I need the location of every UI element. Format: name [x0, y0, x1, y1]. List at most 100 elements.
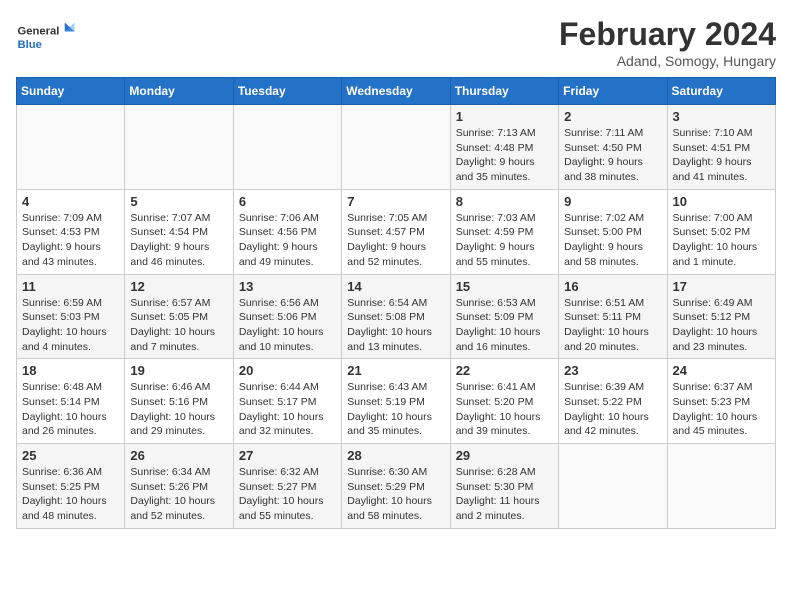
day-number: 18 [22, 363, 119, 378]
day-number: 14 [347, 279, 444, 294]
calendar-cell: 24 Sunrise: 6:37 AM Sunset: 5:23 PM Dayli… [667, 359, 775, 444]
day-info: Sunrise: 6:44 AM Sunset: 5:17 PM Dayligh… [239, 380, 336, 439]
day-number: 12 [130, 279, 227, 294]
day-number: 16 [564, 279, 661, 294]
calendar-cell: 23 Sunrise: 6:39 AM Sunset: 5:22 PM Dayli… [559, 359, 667, 444]
calendar-cell: 16 Sunrise: 6:51 AM Sunset: 5:11 PM Dayli… [559, 274, 667, 359]
svg-text:Blue: Blue [18, 39, 42, 51]
day-number: 10 [673, 194, 770, 209]
calendar-cell [342, 105, 450, 190]
day-info: Sunrise: 7:05 AM Sunset: 4:57 PM Dayligh… [347, 211, 444, 270]
day-info: Sunrise: 6:36 AM Sunset: 5:25 PM Dayligh… [22, 465, 119, 524]
day-info: Sunrise: 6:59 AM Sunset: 5:03 PM Dayligh… [22, 296, 119, 355]
day-info: Sunrise: 6:57 AM Sunset: 5:05 PM Dayligh… [130, 296, 227, 355]
day-number: 20 [239, 363, 336, 378]
calendar-cell: 6 Sunrise: 7:06 AM Sunset: 4:56 PM Daylig… [233, 189, 341, 274]
day-info: Sunrise: 6:28 AM Sunset: 5:30 PM Dayligh… [456, 465, 553, 524]
calendar-cell: 28 Sunrise: 6:30 AM Sunset: 5:29 PM Dayli… [342, 444, 450, 529]
day-number: 27 [239, 448, 336, 463]
day-info: Sunrise: 6:56 AM Sunset: 5:06 PM Dayligh… [239, 296, 336, 355]
week-row-2: 4Sunrise: 7:09 AM Sunset: 4:53 PM Daylig… [17, 189, 776, 274]
day-number: 7 [347, 194, 444, 209]
day-info: Sunrise: 7:03 AM Sunset: 4:59 PM Dayligh… [456, 211, 553, 270]
day-info: Sunrise: 6:41 AM Sunset: 5:20 PM Dayligh… [456, 380, 553, 439]
day-number: 19 [130, 363, 227, 378]
day-info: Sunrise: 6:34 AM Sunset: 5:26 PM Dayligh… [130, 465, 227, 524]
svg-text:General: General [18, 26, 60, 38]
day-number: 29 [456, 448, 553, 463]
header: General Blue February 2024 Adand, Somogy… [16, 16, 776, 69]
calendar-cell: 19 Sunrise: 6:46 AM Sunset: 5:16 PM Dayli… [125, 359, 233, 444]
day-number: 22 [456, 363, 553, 378]
weekday-header-monday: Monday [125, 78, 233, 105]
day-info: Sunrise: 6:51 AM Sunset: 5:11 PM Dayligh… [564, 296, 661, 355]
day-number: 17 [673, 279, 770, 294]
calendar-cell: 8 Sunrise: 7:03 AM Sunset: 4:59 PM Daylig… [450, 189, 558, 274]
day-number: 21 [347, 363, 444, 378]
week-row-5: 25 Sunrise: 6:36 AM Sunset: 5:25 PM Dayli… [17, 444, 776, 529]
day-info: Sunrise: 7:11 AM Sunset: 4:50 PM Dayligh… [564, 126, 661, 185]
day-number: 8 [456, 194, 553, 209]
week-row-4: 18Sunrise: 6:48 AM Sunset: 5:14 PM Dayli… [17, 359, 776, 444]
day-number: 9 [564, 194, 661, 209]
calendar-cell [125, 105, 233, 190]
calendar-cell: 3 Sunrise: 7:10 AM Sunset: 4:51 PM Daylig… [667, 105, 775, 190]
logo-svg: General Blue [16, 16, 76, 56]
weekday-header-row: SundayMondayTuesdayWednesdayThursdayFrid… [17, 78, 776, 105]
day-info: Sunrise: 6:46 AM Sunset: 5:16 PM Dayligh… [130, 380, 227, 439]
day-info: Sunrise: 6:54 AM Sunset: 5:08 PM Dayligh… [347, 296, 444, 355]
calendar-cell: 12 Sunrise: 6:57 AM Sunset: 5:05 PM Dayli… [125, 274, 233, 359]
day-info: Sunrise: 6:53 AM Sunset: 5:09 PM Dayligh… [456, 296, 553, 355]
weekday-header-tuesday: Tuesday [233, 78, 341, 105]
day-number: 23 [564, 363, 661, 378]
calendar-cell: 29 Sunrise: 6:28 AM Sunset: 5:30 PM Dayli… [450, 444, 558, 529]
calendar-cell: 27 Sunrise: 6:32 AM Sunset: 5:27 PM Dayli… [233, 444, 341, 529]
week-row-1: 1 Sunrise: 7:13 AM Sunset: 4:48 PM Daylig… [17, 105, 776, 190]
calendar-cell: 17Sunrise: 6:49 AM Sunset: 5:12 PM Dayli… [667, 274, 775, 359]
day-info: Sunrise: 6:30 AM Sunset: 5:29 PM Dayligh… [347, 465, 444, 524]
day-number: 3 [673, 109, 770, 124]
calendar-cell: 2 Sunrise: 7:11 AM Sunset: 4:50 PM Daylig… [559, 105, 667, 190]
calendar-cell: 22 Sunrise: 6:41 AM Sunset: 5:20 PM Dayli… [450, 359, 558, 444]
weekday-header-saturday: Saturday [667, 78, 775, 105]
weekday-header-friday: Friday [559, 78, 667, 105]
day-info: Sunrise: 7:06 AM Sunset: 4:56 PM Dayligh… [239, 211, 336, 270]
calendar-cell: 1 Sunrise: 7:13 AM Sunset: 4:48 PM Daylig… [450, 105, 558, 190]
calendar-cell: 14 Sunrise: 6:54 AM Sunset: 5:08 PM Dayli… [342, 274, 450, 359]
day-info: Sunrise: 6:39 AM Sunset: 5:22 PM Dayligh… [564, 380, 661, 439]
day-info: Sunrise: 7:07 AM Sunset: 4:54 PM Dayligh… [130, 211, 227, 270]
day-info: Sunrise: 6:37 AM Sunset: 5:23 PM Dayligh… [673, 380, 770, 439]
calendar-cell: 25 Sunrise: 6:36 AM Sunset: 5:25 PM Dayli… [17, 444, 125, 529]
day-number: 2 [564, 109, 661, 124]
calendar-cell [559, 444, 667, 529]
weekday-header-thursday: Thursday [450, 78, 558, 105]
day-number: 1 [456, 109, 553, 124]
day-number: 6 [239, 194, 336, 209]
day-info: Sunrise: 6:32 AM Sunset: 5:27 PM Dayligh… [239, 465, 336, 524]
day-number: 28 [347, 448, 444, 463]
day-info: Sunrise: 7:13 AM Sunset: 4:48 PM Dayligh… [456, 126, 553, 185]
day-info: Sunrise: 7:02 AM Sunset: 5:00 PM Dayligh… [564, 211, 661, 270]
subtitle: Adand, Somogy, Hungary [559, 53, 776, 69]
day-number: 5 [130, 194, 227, 209]
weekday-header-wednesday: Wednesday [342, 78, 450, 105]
day-number: 24 [673, 363, 770, 378]
day-number: 15 [456, 279, 553, 294]
calendar-cell [667, 444, 775, 529]
calendar-cell: 4Sunrise: 7:09 AM Sunset: 4:53 PM Daylig… [17, 189, 125, 274]
day-number: 26 [130, 448, 227, 463]
weekday-header-sunday: Sunday [17, 78, 125, 105]
logo: General Blue [16, 16, 76, 56]
calendar-cell: 20 Sunrise: 6:44 AM Sunset: 5:17 PM Dayli… [233, 359, 341, 444]
calendar-cell [17, 105, 125, 190]
week-row-3: 11Sunrise: 6:59 AM Sunset: 5:03 PM Dayli… [17, 274, 776, 359]
calendar-cell: 7 Sunrise: 7:05 AM Sunset: 4:57 PM Daylig… [342, 189, 450, 274]
calendar-cell: 10Sunrise: 7:00 AM Sunset: 5:02 PM Dayli… [667, 189, 775, 274]
day-number: 4 [22, 194, 119, 209]
calendar-cell: 15 Sunrise: 6:53 AM Sunset: 5:09 PM Dayli… [450, 274, 558, 359]
day-info: Sunrise: 7:10 AM Sunset: 4:51 PM Dayligh… [673, 126, 770, 185]
calendar-cell [233, 105, 341, 190]
calendar-cell: 5 Sunrise: 7:07 AM Sunset: 4:54 PM Daylig… [125, 189, 233, 274]
day-number: 25 [22, 448, 119, 463]
month-title: February 2024 [559, 16, 776, 53]
